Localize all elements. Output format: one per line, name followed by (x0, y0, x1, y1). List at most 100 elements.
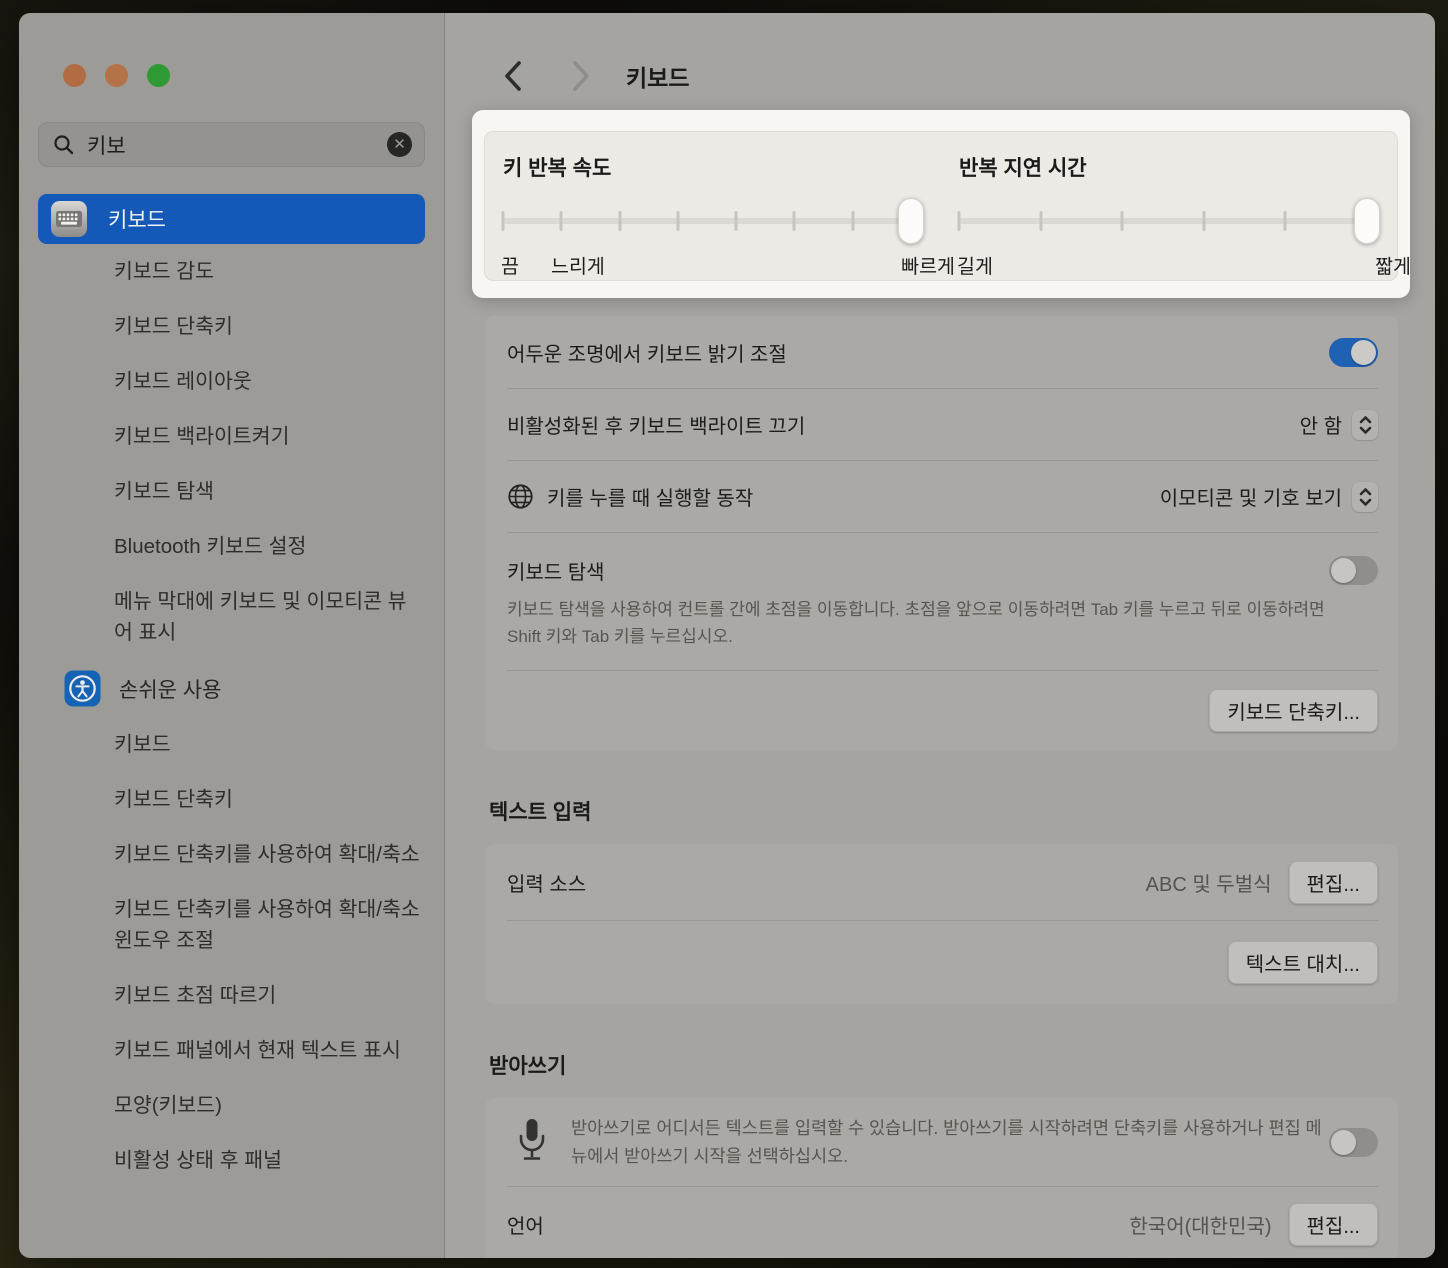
language-label: 언어 (507, 1210, 544, 1239)
search-field[interactable]: ✕ (38, 122, 425, 167)
sidebar-item-a11y-zoom-shortcut[interactable]: 키보드 단축키를 사용하여 확대/축소 (38, 827, 425, 882)
dictation-row: 받아쓰기로 어디서든 텍스트를 입력할 수 있습니다. 받아쓰기를 시작하려면 … (507, 1098, 1378, 1186)
slider-thumb[interactable] (1354, 198, 1380, 244)
repeat-delay-group: 반복 지연 시간 길게 짧게 (959, 132, 1397, 280)
slider-tick (1121, 211, 1124, 231)
dictation-section-title: 받아쓰기 (489, 1050, 1435, 1080)
microphone-icon (517, 1117, 547, 1168)
slider-track[interactable] (503, 218, 917, 224)
slider-track[interactable] (959, 218, 1373, 224)
text-replacement-button[interactable]: 텍스트 대치... (1228, 941, 1378, 984)
shortcuts-button-row: 키보드 단축키... (507, 670, 1378, 750)
clear-search-icon[interactable]: ✕ (387, 132, 412, 157)
sidebar-item-accessibility[interactable]: 손쉬운 사용 (38, 660, 425, 717)
fn-key-row: 키를 누를 때 실행할 동작 이모티콘 및 기호 보기 (507, 460, 1378, 532)
sidebar-item-keyboard-shortcuts[interactable]: 키보드 단축키 (38, 299, 425, 354)
sidebar-item-a11y-keyboard[interactable]: 키보드 (38, 717, 425, 772)
minimize-window-button[interactable] (105, 64, 128, 87)
popup-chevrons-icon[interactable] (1352, 410, 1378, 440)
fn-key-value[interactable]: 이모티콘 및 기호 보기 (1160, 482, 1342, 511)
main-content: 키보드 키 반복 속도 끔 느리게 빠르게 (445, 13, 1435, 1258)
slider-tick (676, 211, 679, 231)
dictation-description: 받아쓰기로 어디서든 텍스트를 입력할 수 있습니다. 받아쓰기를 시작하려면 … (571, 1114, 1329, 1170)
input-source-row: 입력 소스 ABC 및 두벌식 편집... (507, 844, 1378, 920)
window-controls (38, 13, 425, 87)
keyboard-navigation-row: 키보드 탐색 키보드 탐색을 사용하여 컨트롤 간에 초점을 이동합니다. 초점… (507, 532, 1378, 670)
key-repeat-rate-group: 키 반복 속도 끔 느리게 빠르게 (503, 132, 941, 280)
slider-label-long: 길게 (957, 250, 993, 279)
repeat-delay-slider[interactable] (959, 198, 1367, 244)
search-icon (53, 134, 75, 156)
slider-tick (735, 211, 738, 231)
forward-button[interactable] (568, 60, 594, 92)
search-input[interactable] (87, 133, 387, 157)
sidebar-item-a11y-focus-follow[interactable]: 키보드 초점 따르기 (38, 968, 425, 1023)
sidebar-item-bluetooth-keyboard[interactable]: Bluetooth 키보드 설정 (38, 519, 425, 574)
key-repeat-rate-title: 키 반복 속도 (503, 152, 941, 182)
input-source-label: 입력 소스 (507, 868, 586, 897)
keyboard-navigation-label: 키보드 탐색 (507, 556, 605, 585)
keyboard-shortcuts-button[interactable]: 키보드 단축키... (1209, 689, 1378, 732)
sidebar-item-label: 손쉬운 사용 (119, 674, 221, 704)
slider-label-fast: 빠르게 (901, 250, 955, 279)
slider-tick (502, 211, 505, 231)
sidebar-item-a11y-shortcuts[interactable]: 키보드 단축키 (38, 772, 425, 827)
keyboard-app-icon (50, 200, 88, 238)
sidebar-item-a11y-appearance[interactable]: 모양(키보드) (38, 1078, 425, 1133)
slider-thumb[interactable] (898, 198, 924, 244)
keyboard-navigation-description: 키보드 탐색을 사용하여 컨트롤 간에 초점을 이동합니다. 초점을 앞으로 이… (507, 596, 1337, 650)
slider-tick (560, 211, 563, 231)
sidebar-item-menubar-viewer[interactable]: 메뉴 막대에 키보드 및 이모티콘 뷰어 표시 (38, 574, 425, 660)
backlight-off-label: 비활성화된 후 키보드 백라이트 끄기 (507, 410, 805, 439)
slider-tick (793, 211, 796, 231)
dictation-toggle[interactable] (1329, 1128, 1378, 1157)
search-results-list: 키보드 키보드 감도 키보드 단축키 키보드 레이아웃 키보드 백라이트켜기 키… (38, 194, 425, 1188)
sidebar-item-keyboard-layout[interactable]: 키보드 레이아웃 (38, 354, 425, 409)
text-input-card: 입력 소스 ABC 및 두벌식 편집... 텍스트 대치... (485, 844, 1398, 1004)
language-edit-button[interactable]: 편집... (1289, 1203, 1378, 1246)
sidebar-item-keyboard-backlight[interactable]: 키보드 백라이트켜기 (38, 409, 425, 464)
sidebar: ✕ 키보드 (19, 13, 445, 1258)
sidebar-item-label: 키보드 (108, 204, 166, 234)
repeat-settings-card: 키 반복 속도 끔 느리게 빠르게 반복 지연 시간 (484, 131, 1398, 281)
sidebar-item-a11y-inactive-panel[interactable]: 비활성 상태 후 패널 (38, 1133, 425, 1188)
keyboard-settings-card: 어두운 조명에서 키보드 밝기 조절 비활성화된 후 키보드 백라이트 끄기 안… (485, 316, 1398, 750)
slider-label-slow: 느리게 (551, 250, 605, 279)
input-source-edit-button[interactable]: 편집... (1289, 861, 1378, 904)
brightness-toggle[interactable] (1329, 338, 1378, 367)
slider-scale-labels: 길게 짧게 (959, 250, 1397, 280)
zoom-window-button[interactable] (147, 64, 170, 87)
sidebar-item-keyboard[interactable]: 키보드 (38, 194, 425, 244)
slider-tick (958, 211, 961, 231)
system-settings-window: ✕ 키보드 (19, 13, 1435, 1258)
slider-label-off: 끔 (501, 250, 519, 279)
repeat-delay-title: 반복 지연 시간 (959, 152, 1397, 182)
keyboard-navigation-toggle[interactable] (1329, 556, 1378, 585)
sidebar-item-keyboard-sensitivity[interactable]: 키보드 감도 (38, 244, 425, 299)
slider-label-short: 짧게 (1375, 250, 1411, 279)
slider-scale-labels: 끔 느리게 빠르게 (503, 250, 941, 280)
backlight-off-value[interactable]: 안 함 (1300, 410, 1342, 439)
back-button[interactable] (500, 60, 526, 92)
close-window-button[interactable] (63, 64, 86, 87)
slider-tick (1039, 211, 1042, 231)
dictation-card: 받아쓰기로 어디서든 텍스트를 입력할 수 있습니다. 받아쓰기를 시작하려면 … (485, 1098, 1398, 1258)
popup-chevrons-icon[interactable] (1352, 482, 1378, 512)
fn-key-label: 키를 누를 때 실행할 동작 (547, 482, 753, 511)
slider-tick (851, 211, 854, 231)
sidebar-item-a11y-zoom-window[interactable]: 키보드 단축키를 사용하여 확대/축소 윈도우 조절 (38, 882, 425, 968)
key-repeat-rate-slider[interactable] (503, 198, 911, 244)
repeat-settings-spotlight: 키 반복 속도 끔 느리게 빠르게 반복 지연 시간 (472, 110, 1410, 298)
sidebar-item-a11y-panel-text[interactable]: 키보드 패널에서 현재 텍스트 표시 (38, 1023, 425, 1078)
brightness-row: 어두운 조명에서 키보드 밝기 조절 (507, 316, 1378, 388)
input-source-value: ABC 및 두벌식 (1146, 868, 1272, 897)
sidebar-item-keyboard-navigation[interactable]: 키보드 탐색 (38, 464, 425, 519)
accessibility-icon (64, 670, 101, 707)
content-header: 키보드 (445, 13, 1435, 99)
brightness-label: 어두운 조명에서 키보드 밝기 조절 (507, 338, 787, 367)
slider-tick (1202, 211, 1205, 231)
desktop: { "colors": { "traffic_close": "#b26c44"… (0, 0, 1448, 1268)
slider-tick (1284, 211, 1287, 231)
globe-icon (507, 483, 534, 510)
language-value: 한국어(대한민국) (1129, 1210, 1271, 1239)
